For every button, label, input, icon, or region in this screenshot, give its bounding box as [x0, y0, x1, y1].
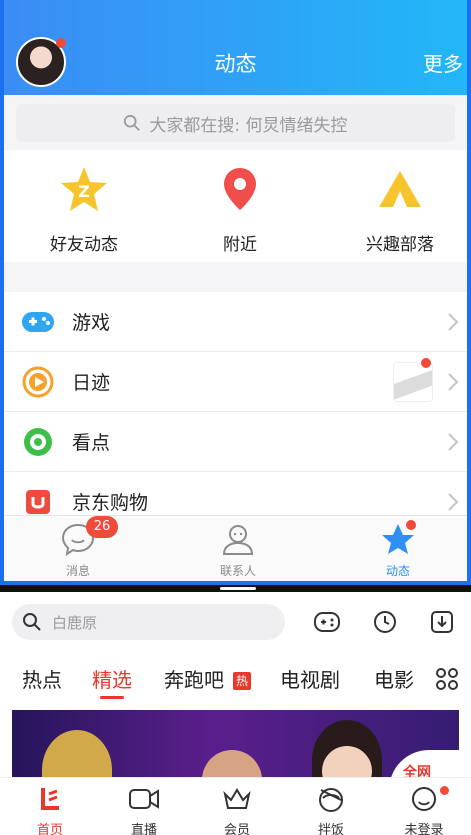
category-movies[interactable]: 电影 — [374, 664, 414, 693]
quick-label: 兴趣部落 — [366, 235, 434, 255]
tab-moments[interactable]: 动态 — [328, 522, 467, 579]
gamepad-icon — [22, 311, 54, 332]
tab-label: 拌饭 — [317, 823, 344, 835]
more-categories-button[interactable] — [435, 667, 459, 695]
rizhi-thumbnail — [393, 362, 433, 402]
game-button[interactable] — [311, 606, 343, 638]
download-button[interactable] — [426, 606, 458, 638]
tab-label: 会员 — [223, 823, 250, 835]
chevron-right-icon — [448, 433, 459, 451]
quick-interest-tribe[interactable]: 兴趣部落 — [330, 164, 467, 255]
tab-contacts[interactable]: 联系人 — [168, 522, 308, 579]
quick-friends-feed[interactable]: Z 好友动态 — [14, 164, 154, 255]
list-item-rizhi[interactable]: 日迹 — [4, 352, 467, 412]
bowl-icon — [319, 788, 343, 812]
hot-tag: 热 — [233, 672, 251, 690]
video-camera-icon — [129, 789, 159, 809]
tab-label: 首页 — [36, 823, 63, 835]
quick-nearby[interactable]: 附近 — [170, 164, 310, 255]
tab-live[interactable]: 直播 — [104, 786, 184, 835]
list-item-label: 京东购物 — [72, 492, 149, 514]
moments-notification-dot — [406, 520, 416, 530]
chevron-right-icon — [448, 493, 459, 511]
grid-icon — [436, 668, 458, 690]
tab-label: 未登录 — [404, 823, 444, 835]
tab-vip[interactable]: 会员 — [197, 786, 277, 835]
tab-label: 动态 — [385, 564, 410, 578]
search-icon — [23, 613, 41, 631]
list-item-game[interactable]: 游戏 — [4, 292, 467, 352]
more-button[interactable]: 更多 — [423, 48, 463, 77]
qq-tab-bar: 消息 26 联系人 动态 — [4, 515, 467, 581]
quick-label: 好友动态 — [50, 235, 118, 255]
location-pin-icon — [224, 168, 256, 210]
jd-bag-icon — [26, 489, 50, 514]
list-item-kandian[interactable]: 看点 — [4, 412, 467, 472]
unread-badge: 26 — [86, 516, 118, 538]
split-screen-handle[interactable] — [220, 587, 256, 590]
tab-label: 联系人 — [219, 564, 256, 578]
feature-list: 游戏 日迹 看点 京东购物 — [4, 292, 467, 532]
download-icon — [431, 611, 453, 633]
play-circle-icon — [22, 366, 54, 397]
eye-icon — [24, 427, 52, 456]
chevron-right-icon — [448, 313, 459, 331]
tent-icon — [379, 171, 421, 207]
page-title: 动态 — [214, 52, 257, 76]
tab-label: 消息 — [65, 564, 90, 578]
search-bar[interactable]: 大家都在搜: 何炅情绪失控 — [16, 104, 455, 142]
tab-label: 直播 — [130, 823, 157, 835]
video-search-bar[interactable]: 白鹿原 — [12, 604, 285, 640]
qq-app: 动态 更多 大家都在搜: 何炅情绪失控 Z 好友动态 附近 兴趣部落 游戏 日迹… — [0, 0, 471, 585]
category-running-man[interactable]: 奔跑吧 — [164, 664, 224, 693]
tab-not-logged-in[interactable]: 未登录 — [384, 786, 464, 835]
star-z-icon: Z — [61, 167, 107, 211]
tab-banfan[interactable]: 拌饭 — [291, 786, 371, 835]
tab-home[interactable]: 首页 — [10, 786, 90, 835]
svg-text:Z: Z — [78, 182, 90, 201]
qq-header: 动态 更多 — [4, 0, 467, 95]
category-hot[interactable]: 热点 — [22, 664, 62, 693]
profile-notification-dot — [440, 786, 449, 795]
video-search-placeholder: 白鹿原 — [52, 613, 98, 632]
home-logo-icon — [41, 788, 59, 810]
search-placeholder: 大家都在搜: 何炅情绪失控 — [149, 115, 348, 136]
list-item-label: 看点 — [72, 432, 111, 454]
video-tab-bar: 首页 直播 会员 拌饭 未登录 — [0, 777, 471, 835]
list-item-label: 游戏 — [72, 312, 111, 334]
chevron-right-icon — [448, 373, 459, 391]
gamepad-outline-icon — [314, 612, 340, 632]
quick-label: 附近 — [223, 235, 257, 255]
history-button[interactable] — [369, 606, 401, 638]
avatar-notification-dot — [56, 38, 66, 48]
tab-messages[interactable]: 消息 — [8, 522, 148, 579]
crown-icon — [223, 788, 251, 809]
category-featured[interactable]: 精选 — [92, 664, 132, 693]
rizhi-notification-dot — [421, 358, 431, 368]
active-category-indicator — [100, 696, 124, 699]
person-icon — [222, 525, 254, 555]
video-app: 白鹿原 热点 精选 奔跑吧 电视剧 电影 热 全网 首页 直播 会员 拌饭 未登… — [0, 592, 471, 835]
category-tv-series[interactable]: 电视剧 — [280, 664, 340, 693]
clock-icon — [374, 611, 396, 633]
search-icon — [124, 114, 141, 131]
quick-actions: Z 好友动态 附近 兴趣部落 — [4, 150, 467, 262]
user-face-icon — [412, 787, 436, 811]
